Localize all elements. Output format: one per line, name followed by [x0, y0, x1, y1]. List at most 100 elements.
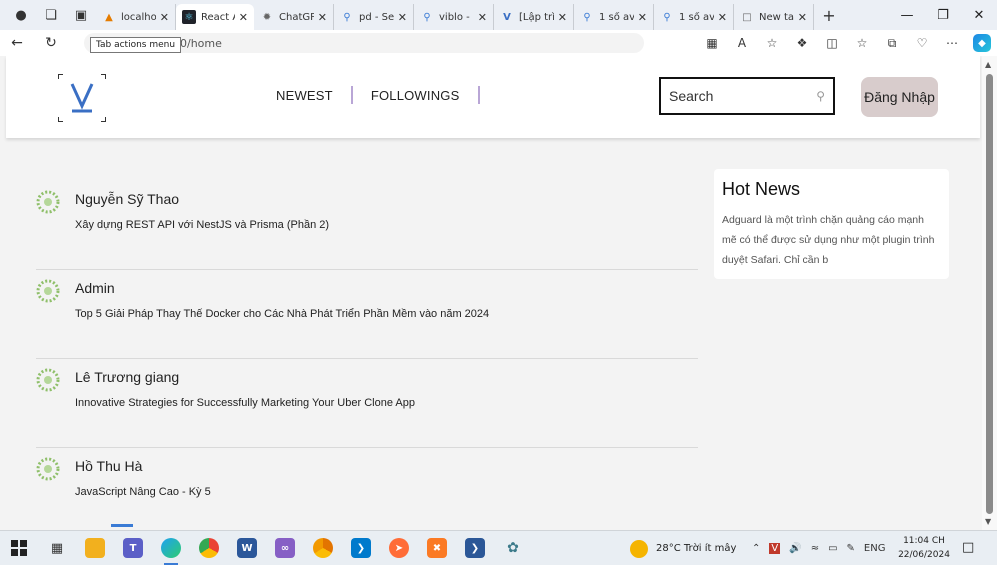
new-tab-icon: □ — [742, 11, 752, 23]
scroll-down-icon[interactable]: ▼ — [985, 517, 991, 526]
viblo-icon: V — [503, 11, 511, 23]
post-title[interactable]: JavaScript Nâng Cao - Kỳ 5 — [75, 486, 211, 498]
close-icon[interactable]: ✕ — [239, 11, 248, 24]
hot-news-heading: Hot News — [722, 179, 801, 199]
search-input[interactable] — [669, 88, 799, 104]
tab-search-1[interactable]: ⚲ 1 số av ✕ — [574, 4, 654, 30]
tab-chatgpt[interactable]: ✹ ChatGP ✕ — [254, 4, 334, 30]
close-icon[interactable]: ✕ — [160, 11, 169, 24]
close-icon[interactable]: ✕ — [318, 11, 327, 24]
hot-news-text[interactable]: Adguard là một trình chặn quảng cáo mạnh… — [722, 210, 941, 270]
favorites-icon[interactable]: ☆ — [847, 30, 877, 56]
tab-actions-icon[interactable]: ▣ — [66, 0, 96, 30]
weather-widget[interactable]: 28°C Trời ít mây — [630, 531, 736, 565]
language-indicator[interactable]: ENG — [864, 543, 886, 554]
site-logo[interactable] — [58, 74, 106, 122]
start-button[interactable] — [0, 531, 38, 565]
post-author[interactable]: Lê Trương giang — [75, 369, 179, 385]
refresh-icon[interactable]: ↻ — [34, 30, 68, 56]
copilot-icon[interactable]: ◆ — [973, 34, 991, 52]
favorite-star-icon[interactable]: ☆ — [757, 30, 787, 56]
browser-essentials-icon[interactable]: ♡ — [907, 30, 937, 56]
tab-search-viblo[interactable]: ⚲ viblo - ✕ — [414, 4, 494, 30]
avatar[interactable] — [36, 279, 60, 303]
taskbar-edge[interactable] — [152, 531, 190, 565]
taskbar-chrome[interactable] — [190, 531, 228, 565]
extensions-icon[interactable]: ❖ — [787, 30, 817, 56]
avatar[interactable] — [36, 190, 60, 214]
taskbar-word[interactable]: W — [228, 531, 266, 565]
tab-viblo-article[interactable]: V [Lập trì ✕ — [494, 4, 574, 30]
list-item[interactable]: Hồ Thu Hà JavaScript Nâng Cao - Kỳ 5 — [36, 448, 698, 530]
tab-react-app[interactable]: ⚛ React A ✕ — [176, 4, 254, 30]
taskbar-clock[interactable]: 11:04 CH 22/06/2024 — [898, 534, 950, 562]
search-icon: ⚲ — [423, 11, 431, 23]
close-icon[interactable]: ✕ — [638, 11, 647, 24]
powershell-icon: ❯ — [465, 538, 485, 558]
taskbar-postman[interactable]: ➤ — [380, 531, 418, 565]
taskbar-file-explorer[interactable] — [76, 531, 114, 565]
tab-localhost[interactable]: ▲ localho ✕ — [96, 4, 176, 30]
profile-icon[interactable]: ● — [6, 0, 36, 30]
post-author[interactable]: Hồ Thu Hà — [75, 458, 142, 474]
minimize-icon[interactable]: — — [889, 0, 925, 30]
nav-followings[interactable]: FOLLOWINGS — [371, 88, 460, 103]
edge-icon — [161, 538, 181, 558]
post-title[interactable]: Xây dựng REST API với NestJS và Prisma (… — [75, 219, 329, 231]
taskbar-teams[interactable]: T — [114, 531, 152, 565]
close-icon[interactable]: ✕ — [478, 11, 487, 24]
scroll-up-icon[interactable]: ▲ — [985, 60, 991, 69]
taskbar-visual-studio[interactable]: ∞ — [266, 531, 304, 565]
tab-new-tab[interactable]: □ New ta ✕ — [734, 4, 814, 30]
nav-newest[interactable]: NEWEST — [276, 88, 333, 103]
post-author[interactable]: Nguyễn Sỹ Thao — [75, 191, 179, 207]
notification-icon[interactable]: □ — [962, 540, 974, 555]
list-item[interactable]: Nguyễn Sỹ Thao Xây dựng REST API với Nes… — [36, 181, 698, 270]
app-available-icon[interactable]: ▦ — [697, 30, 727, 56]
taskbar-chrome-alt[interactable] — [304, 531, 342, 565]
taskbar-xampp[interactable]: ✖ — [418, 531, 456, 565]
site-header: NEWEST FOLLOWINGS ⚲ Đăng Nhập — [6, 56, 980, 138]
main-nav: NEWEST FOLLOWINGS — [276, 86, 498, 104]
display-icon[interactable]: ▭ — [828, 543, 837, 554]
word-icon: W — [237, 538, 257, 558]
folder-icon — [85, 538, 105, 558]
search-icon[interactable]: ⚲ — [816, 89, 825, 103]
task-view-button[interactable]: ▦ — [38, 531, 76, 565]
read-aloud-icon[interactable]: A — [727, 30, 757, 56]
workspaces-icon[interactable]: ❏ — [36, 0, 66, 30]
scrollbar-thumb[interactable] — [986, 74, 993, 514]
close-icon[interactable]: ✕ — [798, 11, 807, 24]
tab-search-pd[interactable]: ⚲ pd - Se ✕ — [334, 4, 414, 30]
taskbar-app[interactable]: ✿ — [494, 531, 532, 565]
visual-studio-icon: ∞ — [275, 538, 295, 558]
page-scrollbar[interactable]: ▲ ▼ — [982, 56, 997, 530]
collections-icon[interactable]: ⧉ — [877, 30, 907, 56]
close-window-icon[interactable]: ✕ — [961, 0, 997, 30]
login-button[interactable]: Đăng Nhập — [861, 77, 938, 117]
list-item[interactable]: Admin Top 5 Giải Pháp Thay Thế Docker ch… — [36, 270, 698, 359]
close-icon[interactable]: ✕ — [718, 11, 727, 24]
restore-icon[interactable]: ❐ — [925, 0, 961, 30]
post-author[interactable]: Admin — [75, 280, 115, 296]
avatar[interactable] — [36, 368, 60, 392]
new-tab-button[interactable]: + — [816, 6, 842, 25]
viblo-tray-icon[interactable]: V — [769, 543, 781, 554]
close-icon[interactable]: ✕ — [558, 11, 567, 24]
avatar[interactable] — [36, 457, 60, 481]
taskbar-vscode[interactable]: ❯ — [342, 531, 380, 565]
post-title[interactable]: Top 5 Giải Pháp Thay Thế Docker cho Các … — [75, 308, 489, 320]
chevron-up-icon[interactable]: ⌃ — [752, 543, 760, 554]
volume-icon[interactable]: 🔊 — [789, 543, 801, 554]
post-title[interactable]: Innovative Strategies for Successfully M… — [75, 397, 415, 409]
pen-icon[interactable]: ✎ — [847, 543, 855, 554]
split-screen-icon[interactable]: ◫ — [817, 30, 847, 56]
network-icon[interactable]: ≈ — [811, 543, 819, 554]
taskbar-powershell[interactable]: ❯ — [456, 531, 494, 565]
more-options-icon[interactable]: ⋯ — [937, 30, 967, 56]
back-icon[interactable]: ← — [0, 30, 34, 56]
feather-icon: ✿ — [507, 540, 519, 556]
close-icon[interactable]: ✕ — [398, 11, 407, 24]
tab-search-2[interactable]: ⚲ 1 số av ✕ — [654, 4, 734, 30]
list-item[interactable]: Lê Trương giang Innovative Strategies fo… — [36, 359, 698, 448]
